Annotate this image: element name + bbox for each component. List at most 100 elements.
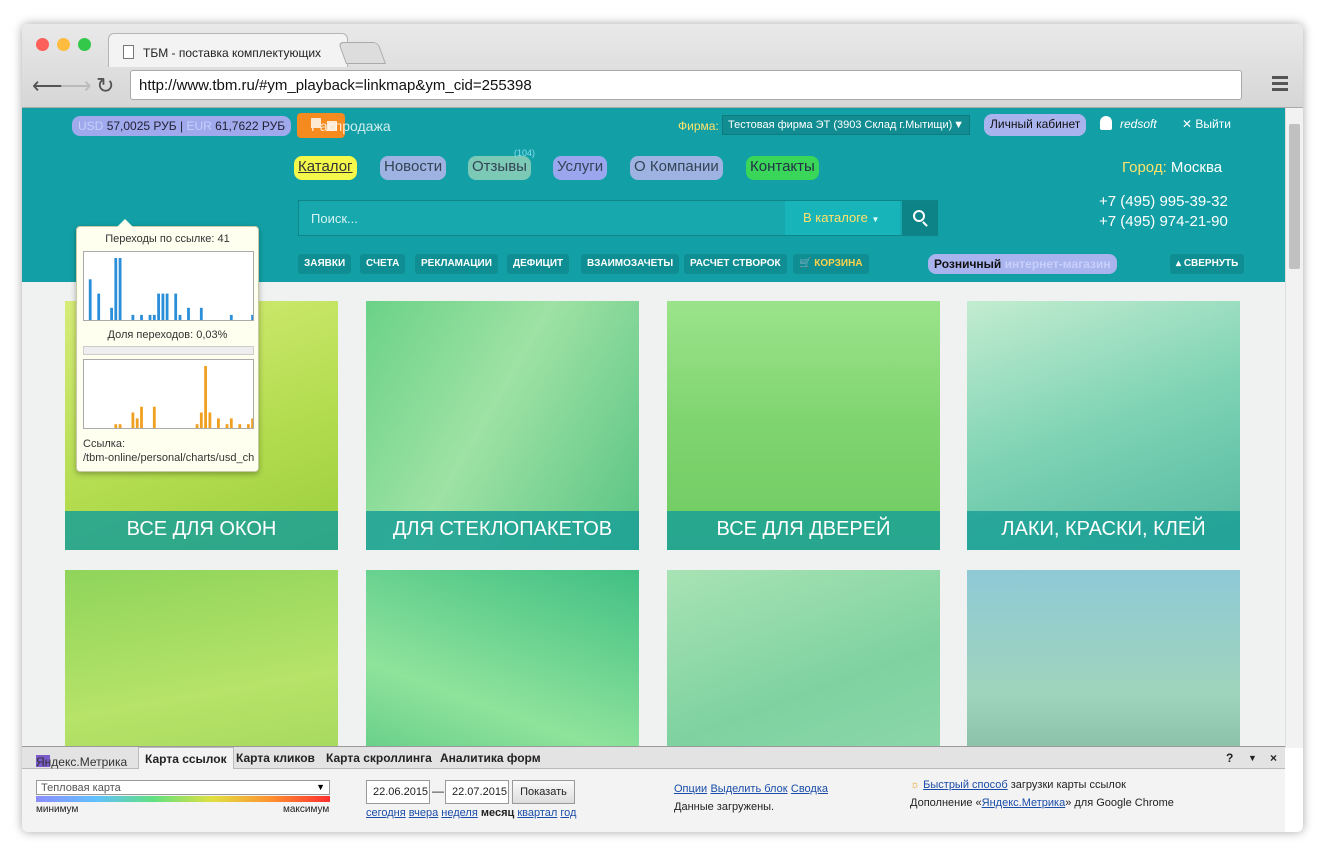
firm-select[interactable]: Тестовая фирма ЭТ (3903 Склад г.Мытищи) ▼ — [722, 115, 970, 135]
city-selector[interactable]: Город: Москва — [1122, 159, 1222, 176]
subnav-deficit[interactable]: ДЕФИЦИТ — [507, 254, 570, 274]
date-dash: — — [432, 784, 444, 798]
firm-label: Фирма: — [678, 119, 719, 133]
scrollbar[interactable] — [1285, 108, 1303, 748]
nav-catalog[interactable]: Каталог — [294, 156, 357, 180]
period-year[interactable]: год — [560, 807, 576, 819]
category-tile-doors[interactable]: ВСЕ ДЛЯ ДВЕРЕЙ — [667, 301, 940, 550]
category-tile-install[interactable] — [667, 570, 940, 748]
subnav-cart[interactable]: 🛒 КОРЗИНА — [793, 254, 869, 274]
summary-link[interactable]: Сводка — [791, 783, 828, 795]
search-scope-select[interactable]: В каталоге ▼ — [785, 201, 900, 235]
close-window-icon[interactable] — [36, 38, 49, 51]
chart-bar — [165, 293, 169, 320]
cabinet-link[interactable]: Личный кабинет — [984, 114, 1087, 136]
chart-bar — [187, 307, 190, 320]
category-tile-glass[interactable]: ДЛЯ СТЕКЛОПАКЕТОВ — [366, 301, 639, 550]
minimize-window-icon[interactable] — [57, 38, 70, 51]
search-icon — [913, 210, 925, 222]
subnav-calc[interactable]: РАСЧЕТ СТВОРОК — [684, 254, 787, 274]
close-panel-icon[interactable]: × — [1270, 751, 1277, 765]
search-button[interactable] — [902, 201, 938, 235]
period-today[interactable]: сегодня — [366, 807, 406, 819]
select-block-link[interactable]: Выделить блок — [710, 783, 787, 795]
link-url: /tbm-online/personal/charts/usd_cha — [83, 452, 254, 464]
browser-tab[interactable]: ТБМ - поставка комплектующих — [108, 33, 348, 67]
option-links: Опции Выделить блок Сводка — [674, 781, 828, 795]
subnav-claims[interactable]: РЕКЛАМАЦИИ — [415, 254, 498, 274]
help-icon[interactable]: ? — [1226, 751, 1233, 765]
tab-link-map[interactable]: Карта ссылок — [138, 747, 234, 769]
addon-link[interactable]: Яндекс.Метрика — [982, 797, 1066, 809]
chart-bar — [199, 412, 203, 428]
chart-bar — [251, 418, 253, 428]
date-from-input[interactable]: 22.06.2015 — [366, 780, 430, 804]
category-tile-kitchen[interactable] — [65, 570, 338, 748]
dropdown-arrow-icon: ▼ — [316, 782, 325, 792]
sale-button[interactable]: Распродажа — [297, 113, 391, 138]
period-week[interactable]: неделя — [441, 807, 478, 819]
chart-bar — [174, 293, 178, 320]
category-tile-facades[interactable] — [366, 570, 639, 748]
fast-load-hint: ☼ Быстрый способ загрузки карты ссылок — [910, 779, 1126, 791]
collapse-button[interactable]: ▴ СВЕРНУТЬ — [1170, 254, 1245, 274]
new-tab-button[interactable] — [337, 42, 387, 64]
search-input[interactable]: Поиск... — [311, 211, 358, 226]
nav-reviews[interactable]: Отзывы — [468, 156, 531, 180]
chart-bar — [114, 424, 118, 428]
period-yesterday[interactable]: вчера — [409, 807, 438, 819]
logout-link[interactable]: ✕ Выйти — [1182, 117, 1231, 131]
subnav-offsets[interactable]: ВЗАИМОЗАЧЕТЫ — [581, 254, 680, 274]
reviews-count: (104) — [514, 148, 536, 158]
heatmap-select[interactable]: Тепловая карта ▼ — [36, 780, 330, 795]
chart-bar — [97, 293, 101, 320]
chart-bar — [161, 293, 165, 320]
share-value: Доля переходов: 0,03% — [107, 329, 228, 341]
collapse-panel-icon[interactable]: ▼ — [1248, 753, 1257, 763]
reload-icon[interactable]: ↻ — [96, 75, 114, 97]
clicks-count: Переходы по ссылке: 41 — [105, 233, 230, 245]
chart-bar — [152, 314, 156, 320]
back-arrow-icon[interactable]: ⟵ — [32, 75, 64, 97]
browser-chrome: ТБМ - поставка комплектующих ⟵ ⟶ ↻ http:… — [22, 24, 1303, 108]
search-box: Поиск... В каталоге ▼ — [298, 200, 938, 236]
period-quarter[interactable]: квартал — [517, 807, 557, 819]
phone-1: +7 (495) 995-39-32 — [1099, 193, 1228, 210]
user-link[interactable]: redsoft — [1100, 116, 1157, 131]
chart-bar — [199, 307, 203, 320]
min-label: минимум — [36, 804, 79, 815]
category-tile-garden[interactable] — [967, 570, 1240, 748]
web-page: USD 57,0025 РУБ | EUR 61,7622 РУБ Распро… — [22, 108, 1285, 748]
maximize-window-icon[interactable] — [78, 38, 91, 51]
address-bar[interactable]: http://www.tbm.ru/#ym_playback=linkmap&y… — [130, 70, 1242, 100]
options-link[interactable]: Опции — [674, 783, 707, 795]
subnav-orders[interactable]: ЗАЯВКИ — [298, 254, 352, 274]
tab-click-map[interactable]: Карта кликов — [236, 751, 315, 765]
date-to-input[interactable]: 22.07.2015 — [445, 780, 509, 804]
fast-load-link[interactable]: Быстрый способ — [923, 779, 1008, 791]
dropdown-arrow-icon: ▼ — [871, 215, 880, 224]
period-month[interactable]: месяц — [481, 807, 514, 819]
chart-bar — [229, 418, 233, 428]
chevron-up-icon: ▴ — [1176, 258, 1184, 269]
nav-contacts[interactable]: Контакты — [746, 156, 819, 180]
chart-bar — [157, 293, 160, 320]
nav-services[interactable]: Услуги — [553, 156, 608, 180]
max-label: максимум — [283, 804, 330, 815]
nav-news[interactable]: Новости — [380, 156, 447, 180]
currency-rates: USD 57,0025 РУБ | EUR 61,7622 РУБ — [72, 116, 292, 136]
subnav-invoices[interactable]: СЧЕТА — [360, 254, 406, 274]
status-text: Данные загружены. — [674, 801, 775, 813]
user-icon — [1100, 116, 1112, 130]
show-button[interactable]: Показать — [512, 780, 575, 804]
tab-scroll-map[interactable]: Карта скроллинга — [326, 751, 432, 765]
chart-bar — [140, 314, 143, 320]
metrika-toolbar: Яндекс.Метрика Карта ссылок Карта кликов… — [22, 746, 1285, 832]
retail-shop-link[interactable]: Розничный интернет-магазин — [928, 254, 1117, 274]
tab-form-analytics[interactable]: Аналитика форм — [440, 751, 541, 765]
nav-about[interactable]: О Компании — [630, 156, 723, 180]
forward-arrow-icon[interactable]: ⟶ — [60, 75, 92, 97]
scrollbar-thumb[interactable] — [1289, 124, 1300, 269]
menu-icon[interactable] — [1272, 76, 1288, 94]
category-tile-paints[interactable]: ЛАКИ, КРАСКИ, КЛЕЙ — [967, 301, 1240, 550]
